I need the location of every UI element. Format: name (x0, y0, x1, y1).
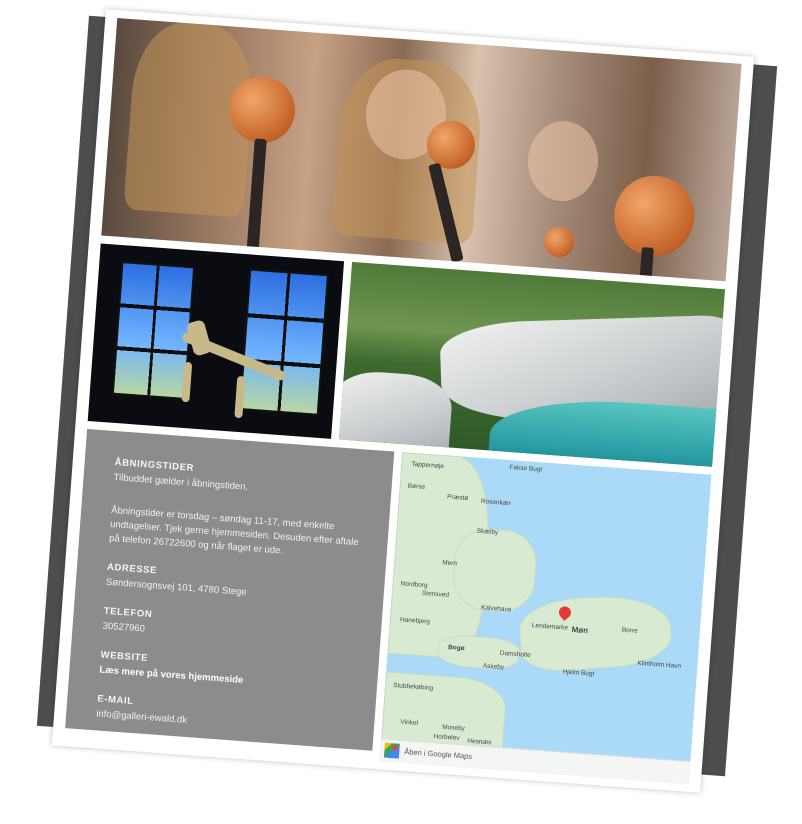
map-label: Bogø (447, 643, 465, 653)
map-label: Hjelm Bugt (562, 668, 595, 678)
chalk-cliff (339, 368, 454, 458)
skeleton-leg (181, 361, 193, 403)
info-panel: Åbningstider Tilbuddet gælder i åbningst… (65, 428, 395, 751)
ball-stand (246, 138, 267, 250)
child-face (525, 118, 601, 204)
hero-photo (101, 18, 742, 282)
map-label: Askeby (482, 662, 505, 672)
orange-ball (611, 173, 698, 259)
map-land (450, 526, 539, 615)
map-label: Borre (621, 626, 638, 635)
map-label: Præstø (446, 493, 469, 503)
museum-window (238, 268, 330, 416)
map-label: Møn (571, 624, 589, 636)
ball-stand (638, 247, 654, 282)
dinosaur-photo (87, 243, 345, 439)
skeleton-neck (185, 319, 213, 357)
open-in-google-maps-link[interactable]: Åben i Google Maps (404, 747, 472, 761)
map-footer: Åben i Google Maps (379, 738, 691, 784)
google-maps-icon (383, 742, 400, 759)
orange-ball (543, 225, 576, 259)
map-label: Vinkel (400, 718, 419, 727)
page-card: Åbningstider Tilbuddet gælder i åbningst… (51, 9, 755, 793)
skeleton-leg (234, 375, 246, 419)
map-embed[interactable]: Tappernøje Fakse Bugt Børse Præstø Rosen… (379, 452, 712, 784)
map-label: Kalvehave (480, 604, 512, 614)
map-label: Mern (441, 559, 458, 568)
map-label: Skælby (476, 527, 499, 537)
map-label: Børse (407, 482, 426, 491)
cliffs-photo (339, 261, 726, 467)
map-label: Klintholm Havn (637, 659, 682, 671)
map-label: Fakse Bugt (509, 463, 543, 474)
